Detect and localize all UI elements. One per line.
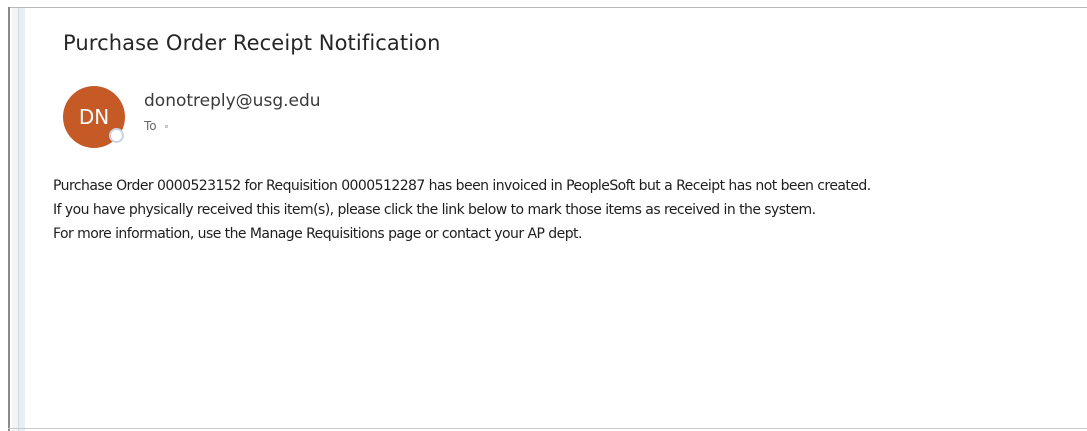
recipients-row: To	[144, 119, 168, 133]
left-rail-accent	[18, 8, 25, 431]
recipient-placeholder	[164, 125, 168, 128]
presence-status-icon	[109, 128, 124, 143]
email-subject: Purchase Order Receipt Notification	[63, 31, 441, 55]
top-border	[8, 7, 1087, 8]
bottom-border	[8, 428, 1087, 429]
email-body: Purchase Order 0000523152 for Requisitio…	[53, 174, 871, 246]
body-line-2: If you have physically received this ite…	[53, 202, 816, 218]
sender-address[interactable]: donotreply@usg.edu	[144, 91, 321, 111]
body-line-1: Purchase Order 0000523152 for Requisitio…	[53, 178, 871, 194]
avatar-initials: DN	[78, 105, 110, 129]
body-line-3: For more information, use the Manage Req…	[53, 226, 582, 242]
left-border	[8, 7, 10, 431]
email-reading-pane: Purchase Order Receipt Notification DN d…	[0, 0, 1087, 431]
to-label: To	[144, 119, 157, 133]
